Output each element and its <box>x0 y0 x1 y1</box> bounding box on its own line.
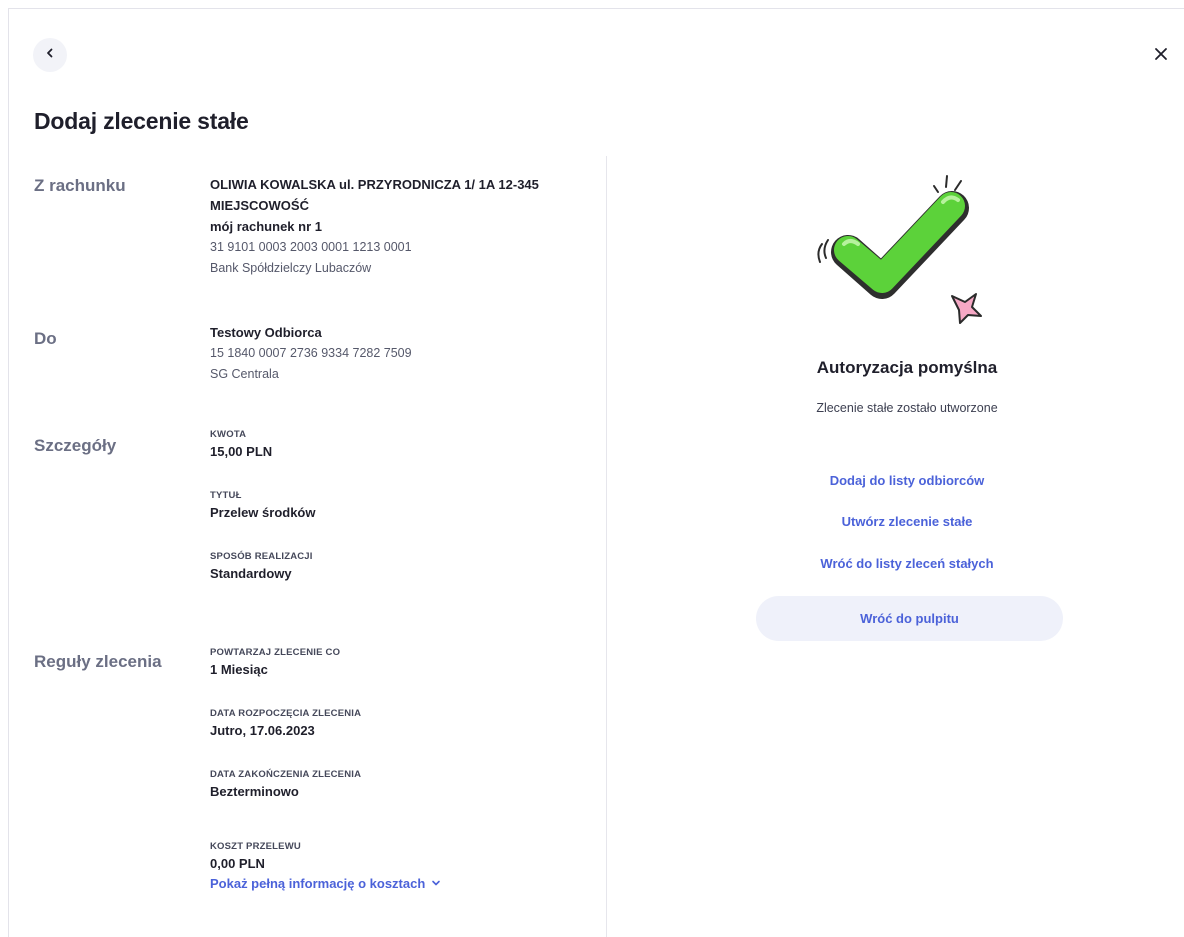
success-subtitle: Zlecenie stałe zostało utworzone <box>816 401 998 415</box>
from-account-block: OLIWIA KOWALSKA ul. PRZYRODNICZA 1/ 1A 1… <box>210 174 580 279</box>
close-icon <box>1154 47 1168 66</box>
cost-caption: KOSZT PRZELEWU <box>210 841 301 852</box>
details-label: Szczegóły <box>34 436 117 455</box>
create-standing-order-link[interactable]: Utwórz zlecenie stałe <box>607 514 1184 529</box>
from-account-number: 31 9101 0003 2003 0001 1213 0001 <box>210 240 412 254</box>
repeat-caption: POWTARZAJ ZLECENIE CO <box>210 647 341 658</box>
title-field: TYTUŁ Przelew środków <box>210 489 580 523</box>
method-caption: SPOSÓB REALIZACJI <box>210 551 313 562</box>
cost-field: KOSZT PRZELEWU 0,00 PLN Pokaż pełną info… <box>210 840 580 894</box>
method-field: SPOSÓB REALIZACJI Standardowy <box>210 550 580 584</box>
start-date-caption: DATA ROZPOCZĘCIA ZLECENIA <box>210 708 362 719</box>
repeat-field: POWTARZAJ ZLECENIE CO 1 Miesiąc <box>210 646 580 680</box>
to-block: Testowy Odbiorca 15 1840 0007 2736 9334 … <box>210 322 580 385</box>
show-cost-info-label: Pokaż pełną informację o kosztach <box>210 876 426 891</box>
to-label: Do <box>34 329 57 348</box>
cost-value: 0,00 PLN <box>210 856 265 871</box>
title-value: Przelew środków <box>210 505 316 520</box>
from-owner-line2: MIEJSCOWOŚĆ <box>210 198 309 213</box>
title-caption: TYTUŁ <box>210 490 242 501</box>
repeat-value: 1 Miesiąc <box>210 662 268 677</box>
show-cost-info-link[interactable]: Pokaż pełną informację o kosztach <box>210 874 441 894</box>
back-to-dashboard-label: Wróć do pulpitu <box>860 611 959 626</box>
column-divider <box>606 156 607 937</box>
back-to-dashboard-button[interactable]: Wróć do pulpitu <box>756 596 1063 641</box>
end-date-field: DATA ZAKOŃCZENIA ZLECENIA Bezterminowo <box>210 768 580 802</box>
from-owner-line1: OLIWIA KOWALSKA ul. PRZYRODNICZA 1/ 1A 1… <box>210 177 539 192</box>
recipient-name: Testowy Odbiorca <box>210 325 322 340</box>
add-to-recipients-link[interactable]: Dodaj do listy odbiorców <box>607 473 1184 488</box>
recipient-account-number: 15 1840 0007 2736 9334 7282 7509 <box>210 346 412 360</box>
success-checkmark-icon <box>800 170 1000 330</box>
start-date-value: Jutro, 17.06.2023 <box>210 723 315 738</box>
amount-caption: KWOTA <box>210 429 247 440</box>
chevron-down-icon <box>431 874 441 894</box>
end-date-value: Bezterminowo <box>210 784 299 799</box>
chevron-left-icon <box>44 46 56 64</box>
from-account-name: mój rachunek nr 1 <box>210 219 322 234</box>
amount-field: KWOTA 15,00 PLN <box>210 428 580 462</box>
back-to-standing-orders-link[interactable]: Wróć do listy zleceń stałych <box>607 556 1184 571</box>
success-title: Autoryzacja pomyślna <box>816 358 998 377</box>
amount-value: 15,00 PLN <box>210 444 273 459</box>
close-button[interactable] <box>1147 42 1175 70</box>
start-date-field: DATA ROZPOCZĘCIA ZLECENIA Jutro, 17.06.2… <box>210 707 580 741</box>
end-date-caption: DATA ZAKOŃCZENIA ZLECENIA <box>210 769 362 780</box>
back-button[interactable] <box>33 38 67 72</box>
recipient-bank-name: SG Centrala <box>210 367 279 381</box>
method-value: Standardowy <box>210 566 292 581</box>
rules-label: Reguły zlecenia <box>34 652 162 671</box>
page-title: Dodaj zlecenie stałe <box>34 108 249 134</box>
from-account-label: Z rachunku <box>34 176 126 195</box>
from-bank-name: Bank Spółdzielczy Lubaczów <box>210 261 372 275</box>
